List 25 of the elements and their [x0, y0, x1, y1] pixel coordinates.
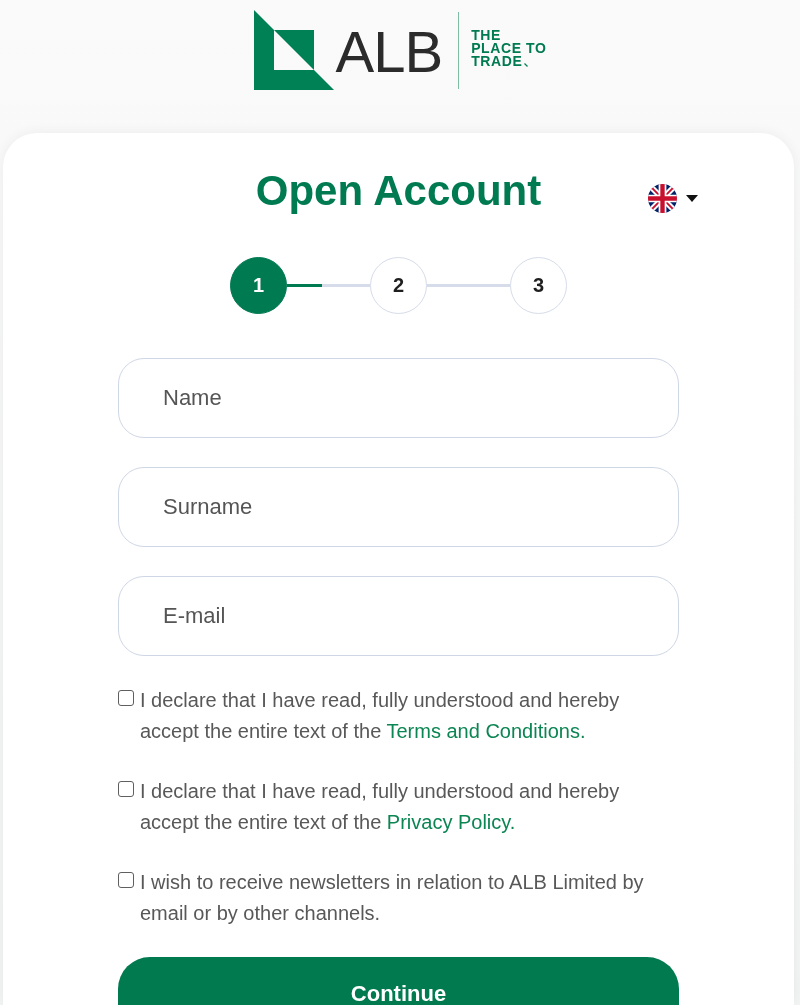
step-indicator: 3: [510, 257, 567, 314]
consent-text: I declare that I have read, fully understood and hereby accept the entire text of the Terms and Conditions.: [140, 688, 621, 744]
checkbox[interactable]: [118, 781, 134, 797]
caret-icon: [686, 194, 699, 202]
consent-text: I declare that I have read, fully understood and hereby accept the entire text of the Privacy Policy.: [140, 779, 621, 835]
continue-button[interactable]: Continue: [118, 957, 679, 1005]
tagline-text: PLACE TO: [471, 42, 547, 55]
flag-icon: [648, 183, 678, 213]
tagline-text: TRADE: [471, 55, 523, 68]
page-title: Open Account: [255, 166, 542, 216]
language-dropdown[interactable]: [648, 183, 699, 213]
checkbox[interactable]: [118, 690, 134, 706]
step-indicator: 2: [370, 257, 427, 314]
step-indicator: 1: [230, 257, 287, 314]
consent-text: I wish to receive newsletters in relation to ALB Limited by email or by other channels.: [140, 870, 645, 926]
text-link[interactable]: Terms and Conditions.: [386, 720, 586, 742]
input-field[interactable]: Name: [118, 358, 679, 438]
logo-wordmark: ALB: [335, 23, 443, 81]
tagline-text: THE: [471, 29, 501, 42]
text-link[interactable]: Privacy Policy.: [386, 811, 516, 833]
input-field[interactable]: E-mail: [118, 576, 679, 656]
input-field[interactable]: Surname: [118, 467, 679, 547]
checkbox[interactable]: [118, 872, 134, 888]
stroke-mark-icon: [524, 63, 529, 67]
logo-mark-icon: [253, 10, 334, 90]
